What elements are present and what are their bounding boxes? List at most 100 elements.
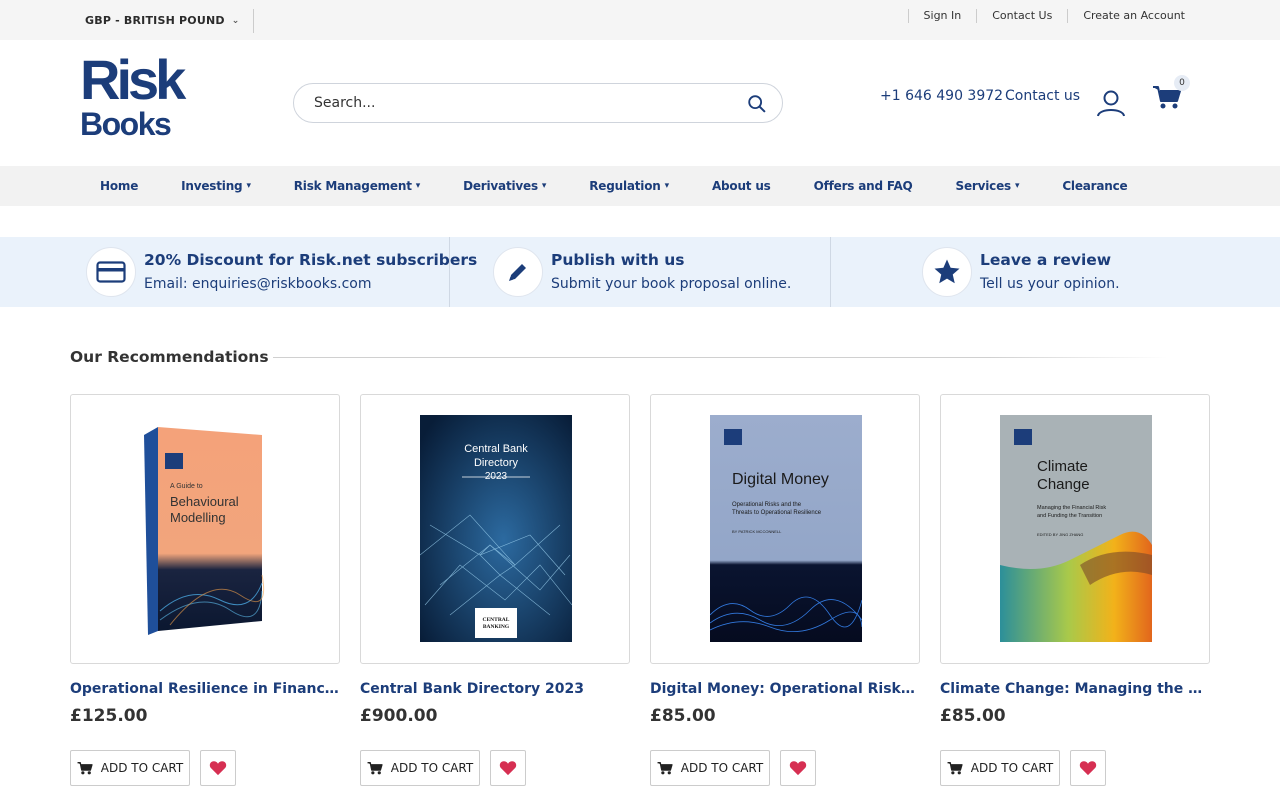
- currency-selector[interactable]: GBP - BRITISH POUND ⌄: [85, 9, 255, 33]
- promo-publish[interactable]: Publish with us Submit your book proposa…: [493, 237, 791, 307]
- add-to-cart-button[interactable]: ADD TO CART: [650, 750, 770, 786]
- nav-item-label: Services: [955, 179, 1012, 193]
- product-title[interactable]: Climate Change: Managing the Fina...: [940, 681, 1210, 697]
- cover-text: BANKING: [482, 624, 510, 630]
- heart-icon: [1079, 761, 1097, 776]
- nav-item-label: Investing: [181, 179, 243, 193]
- pencil-icon: [509, 264, 526, 281]
- shopping-cart-icon: [657, 762, 673, 775]
- cover-text: BY PATRICK MCCONNELL: [732, 529, 782, 534]
- nav-item-label: Home: [100, 179, 139, 193]
- nav-item-label: Clearance: [1062, 179, 1128, 193]
- promo-icon-circle: [922, 247, 972, 297]
- risk-books-badge: [724, 429, 742, 445]
- promo-subtitle: Email: enquiries@riskbooks.com: [144, 275, 372, 292]
- nav-item-offers-faq[interactable]: Offers and FAQ: [814, 179, 913, 193]
- cover-text: CENTRAL: [482, 617, 510, 623]
- cover-text: Directory: [473, 457, 518, 469]
- nav-item-label: Regulation: [589, 179, 661, 193]
- product-card: A Guide to Behavioural Modelling Operati…: [70, 394, 340, 786]
- product-title[interactable]: Digital Money: Operational Risks an...: [650, 681, 920, 697]
- wishlist-button[interactable]: [780, 750, 816, 786]
- product-image[interactable]: A Guide to Behavioural Modelling: [70, 394, 340, 664]
- shopping-cart-icon: [77, 762, 93, 775]
- nav-item-label: Derivatives: [463, 179, 538, 193]
- promo-icon-circle: [493, 247, 543, 297]
- promo-subtitle: Submit your book proposal online.: [551, 275, 792, 292]
- main-navigation: Home Investing ▾ Risk Management ▾ Derivat…: [0, 166, 1280, 206]
- chevron-down-icon: ▾: [415, 181, 421, 191]
- add-to-cart-button[interactable]: ADD TO CART: [940, 750, 1060, 786]
- book-cover-art: [144, 427, 265, 635]
- nav-item-about-us[interactable]: About us: [712, 179, 771, 193]
- promo-icon-circle: [86, 247, 136, 297]
- nav-item-clearance[interactable]: Clearance: [1062, 179, 1127, 193]
- create-account-link[interactable]: Create an Account: [1067, 9, 1185, 23]
- cover-text: Managing the Financial Risk: [1037, 505, 1107, 511]
- add-to-cart-button[interactable]: ADD TO CART: [70, 750, 190, 786]
- product-image[interactable]: Climate Change Managing the Financial Ri…: [940, 394, 1210, 664]
- product-price: £125.00: [70, 706, 148, 726]
- cover-text: Threats to Operational Resilience: [732, 510, 822, 516]
- book-cover-art: [1000, 415, 1152, 642]
- wishlist-button[interactable]: [490, 750, 526, 786]
- cover-text: 2023: [484, 471, 508, 482]
- book-cover: Central Bank Directory 2023 CENTRAL BANK…: [420, 415, 572, 642]
- product-price: £900.00: [360, 706, 438, 726]
- site-logo[interactable]: Risk Books: [80, 52, 230, 142]
- shopping-cart-icon: [947, 762, 963, 775]
- promo-subtitle: Tell us your opinion.: [980, 275, 1120, 292]
- logo-text-books: Books: [80, 106, 172, 142]
- nav-item-regulation[interactable]: Regulation ▾: [589, 179, 669, 193]
- wishlist-button[interactable]: [1070, 750, 1106, 786]
- phone-link[interactable]: +1 646 490 3972: [880, 88, 1003, 104]
- product-title[interactable]: Central Bank Directory 2023: [360, 681, 630, 697]
- nav-item-services[interactable]: Services ▾: [956, 179, 1020, 193]
- product-image[interactable]: Digital Money Operational Risks and the …: [650, 394, 920, 664]
- add-to-cart-label: ADD TO CART: [100, 761, 184, 775]
- user-account-icon[interactable]: [1096, 88, 1126, 118]
- sign-in-link[interactable]: Sign In: [907, 9, 977, 23]
- nav-item-label: About us: [711, 179, 771, 193]
- nav-item-investing[interactable]: Investing ▾: [181, 179, 251, 193]
- heart-icon: [499, 761, 517, 776]
- product-card: Climate Change Managing the Financial Ri…: [940, 394, 1210, 786]
- product-price: £85.00: [650, 706, 716, 726]
- product-card: Digital Money Operational Risks and the …: [650, 394, 920, 786]
- section-title: Our Recommendations: [70, 348, 269, 366]
- chevron-down-icon: ▾: [541, 181, 547, 191]
- nav-item-home[interactable]: Home: [100, 179, 138, 193]
- cover-text: Change: [1037, 476, 1090, 493]
- section-divider: [273, 357, 1168, 358]
- cover-text: Behavioural: [170, 494, 239, 509]
- heart-icon: [789, 761, 807, 776]
- cover-text: Digital Money: [732, 471, 829, 488]
- divider: [830, 237, 831, 307]
- risk-books-badge: [165, 453, 183, 469]
- nav-item-label: Risk Management: [293, 179, 412, 193]
- credit-card-icon: [96, 261, 126, 283]
- shopping-cart-icon: [367, 762, 383, 775]
- add-to-cart-label: ADD TO CART: [970, 761, 1054, 775]
- product-image[interactable]: Central Bank Directory 2023 CENTRAL BANK…: [360, 394, 630, 664]
- cover-text: A Guide to: [170, 483, 203, 490]
- product-title[interactable]: Operational Resilience in Financial I...: [70, 681, 340, 697]
- contact-us-link[interactable]: Contact Us: [976, 9, 1067, 23]
- promo-title: Publish with us: [551, 250, 685, 269]
- add-to-cart-button[interactable]: ADD TO CART: [360, 750, 480, 786]
- promo-discount[interactable]: 20% Discount for Risk.net subscribers Em…: [86, 237, 477, 307]
- cover-text: Central Bank: [464, 443, 528, 455]
- nav-item-risk-management[interactable]: Risk Management ▾: [293, 179, 421, 193]
- cart-count-badge: 0: [1174, 75, 1190, 91]
- search-icon[interactable]: [746, 93, 768, 115]
- add-to-cart-label: ADD TO CART: [680, 761, 764, 775]
- promo-title: Leave a review: [980, 250, 1112, 269]
- promo-review[interactable]: Leave a review Tell us your opinion.: [922, 237, 1120, 307]
- contact-link[interactable]: Contact us: [1005, 88, 1080, 104]
- nav-item-derivatives[interactable]: Derivatives ▾: [463, 179, 546, 193]
- search-input[interactable]: [294, 85, 724, 121]
- account-links: Sign In Contact Us Create an Account: [907, 8, 1185, 24]
- wishlist-button[interactable]: [200, 750, 236, 786]
- chevron-down-icon: ▾: [246, 181, 251, 191]
- cover-text: Modelling: [170, 510, 226, 525]
